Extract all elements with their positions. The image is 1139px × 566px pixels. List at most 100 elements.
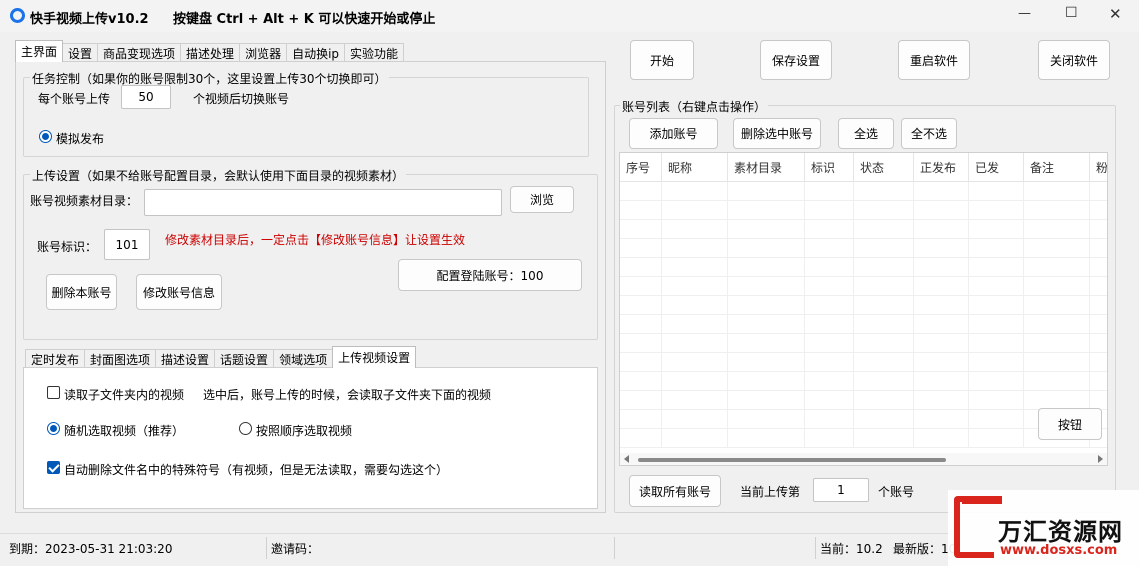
column-published[interactable]: 已发 [969, 153, 1024, 181]
select-none-button[interactable]: 全不选 [901, 118, 957, 149]
switch-suffix-label: 个视频后切换账号 [193, 92, 290, 106]
current-account-input[interactable]: 1 [813, 478, 869, 502]
sequential-video-radio[interactable] [239, 422, 252, 435]
maximize-icon[interactable]: ☐ [1065, 5, 1078, 21]
window-title: 快手视频上传v10.2 [30, 12, 149, 27]
current-account-suffix: 个账号 [878, 485, 915, 499]
random-video-radio[interactable] [47, 422, 60, 435]
save-settings-button[interactable]: 保存设置 [760, 40, 832, 80]
table-row [620, 220, 1107, 239]
random-video-label: 随机选取视频（推荐） [64, 424, 185, 438]
start-button[interactable]: 开始 [630, 40, 694, 80]
watermark-logo-icon [954, 496, 994, 558]
auto-delete-symbols-label: 自动删除文件名中的特殊符号（有视频，但是无法读取，需要勾选这个） [64, 463, 449, 477]
restart-button[interactable]: 重启软件 [898, 40, 970, 80]
tab-experimental[interactable]: 实验功能 [344, 43, 405, 62]
latest-version-status: 最新版：10 [893, 542, 957, 556]
delete-selected-account-button[interactable]: 删除选中账号 [733, 118, 821, 149]
material-dir-warning: 修改素材目录后，一定点击【修改账号信息】让设置生效 [165, 233, 466, 247]
scrollbar-thumb[interactable] [638, 458, 946, 462]
generic-button[interactable]: 按钮 [1038, 408, 1102, 440]
column-publishing[interactable]: 正发布 [914, 153, 969, 181]
auto-delete-symbols-checkbox[interactable] [47, 461, 60, 474]
minimize-icon[interactable]: — [1018, 6, 1031, 21]
table-row [620, 315, 1107, 334]
title-bar: 快手视频上传v10.2 按键盘 Ctrl + Alt + K 可以快速开始或停止… [0, 0, 1139, 32]
read-subfolder-hint: 选中后，账号上传的时候，会读取子文件夹下面的视频 [203, 388, 492, 402]
column-material-dir[interactable]: 素材目录 [728, 153, 805, 181]
status-divider [266, 537, 267, 559]
account-table-body [620, 182, 1107, 448]
simulate-publish-label: 模拟发布 [56, 132, 105, 146]
account-id-label: 账号标识： [37, 240, 98, 254]
tab-upload-video-settings[interactable]: 上传视频设置 [332, 346, 417, 368]
table-row [620, 201, 1107, 220]
scroll-right-icon[interactable] [1098, 455, 1103, 463]
close-software-button[interactable]: 关闭软件 [1038, 40, 1110, 80]
account-id-input[interactable]: 101 [104, 229, 150, 260]
read-subfolder-checkbox[interactable] [47, 386, 60, 399]
per-account-input[interactable]: 50 [121, 85, 171, 109]
column-index[interactable]: 序号 [620, 153, 662, 181]
tab-main[interactable]: 主界面 [15, 40, 64, 62]
watermark-logo-bar [962, 496, 1002, 504]
task-control-group [23, 77, 589, 157]
column-id[interactable]: 标识 [805, 153, 854, 181]
column-nickname[interactable]: 昵称 [662, 153, 728, 181]
watermark-url: www.dosxs.com [1000, 543, 1118, 558]
table-row [620, 372, 1107, 391]
tab-description-settings[interactable]: 描述设置 [155, 349, 216, 368]
scroll-left-icon[interactable] [624, 455, 629, 463]
read-subfolder-label: 读取子文件夹内的视频 [64, 388, 185, 402]
table-row [620, 410, 1107, 429]
tab-scheduled-publish[interactable]: 定时发布 [25, 349, 86, 368]
invite-code-status: 邀请码： [271, 542, 320, 556]
column-notes[interactable]: 备注 [1024, 153, 1090, 181]
table-row [620, 334, 1107, 353]
table-row [620, 391, 1107, 410]
config-login-button[interactable]: 配置登陆账号：100 [398, 259, 582, 291]
table-horizontal-scrollbar[interactable] [620, 453, 1107, 465]
delete-account-button[interactable]: 删除本账号 [46, 274, 117, 310]
main-tabs: 主界面 设置 商品变现选项 描述处理 浏览器 自动换ip 实验功能 [15, 40, 405, 62]
tab-product-monetize[interactable]: 商品变现选项 [97, 43, 182, 62]
tab-topic-settings[interactable]: 话题设置 [214, 349, 275, 368]
material-dir-label: 账号视频素材目录： [30, 194, 139, 208]
account-table[interactable]: 序号 昵称 素材目录 标识 状态 正发布 已发 备注 粉 [619, 152, 1108, 466]
watermark-brand: 万汇资源网 [998, 518, 1123, 546]
column-fans[interactable]: 粉 [1090, 153, 1107, 181]
hotkey-hint: 按键盘 Ctrl + Alt + K 可以快速开始或停止 [173, 12, 436, 27]
status-divider [614, 537, 615, 559]
status-divider [815, 537, 816, 559]
table-row [620, 277, 1107, 296]
current-upload-label: 当前上传第 [740, 485, 801, 499]
tab-auto-ip[interactable]: 自动换ip [286, 43, 346, 62]
add-account-button[interactable]: 添加账号 [629, 118, 718, 149]
table-row [620, 296, 1107, 315]
account-list-title: 账号列表（右键点击操作） [620, 98, 769, 115]
column-status[interactable]: 状态 [854, 153, 914, 181]
select-all-button[interactable]: 全选 [838, 118, 894, 149]
tab-settings[interactable]: 设置 [62, 43, 99, 62]
simulate-publish-radio[interactable] [39, 130, 52, 143]
browse-button[interactable]: 浏览 [510, 186, 574, 213]
account-table-header: 序号 昵称 素材目录 标识 状态 正发布 已发 备注 粉 [620, 153, 1107, 182]
tab-domain-options[interactable]: 领域选项 [273, 349, 334, 368]
current-version-status: 当前：10.2 [820, 542, 883, 556]
table-row [620, 353, 1107, 372]
table-row [620, 429, 1107, 448]
tab-cover-options[interactable]: 封面图选项 [84, 349, 157, 368]
table-row [620, 258, 1107, 277]
material-dir-input[interactable] [144, 189, 502, 216]
table-row [620, 182, 1107, 201]
modify-account-button[interactable]: 修改账号信息 [136, 274, 222, 310]
upload-settings-title: 上传设置（如果不给账号配置目录，会默认使用下面目录的视频素材） [30, 167, 407, 184]
tab-description[interactable]: 描述处理 [180, 43, 241, 62]
task-control-title: 任务控制（如果你的账号限制30个，这里设置上传30个切换即可） [30, 70, 389, 87]
read-all-accounts-button[interactable]: 读取所有账号 [629, 475, 721, 507]
table-row [620, 239, 1107, 258]
close-icon[interactable]: ✕ [1109, 5, 1122, 23]
tab-browser[interactable]: 浏览器 [239, 43, 288, 62]
app-icon [10, 8, 25, 23]
expiry-status: 到期：2023-05-31 21:03:20 [9, 542, 173, 556]
